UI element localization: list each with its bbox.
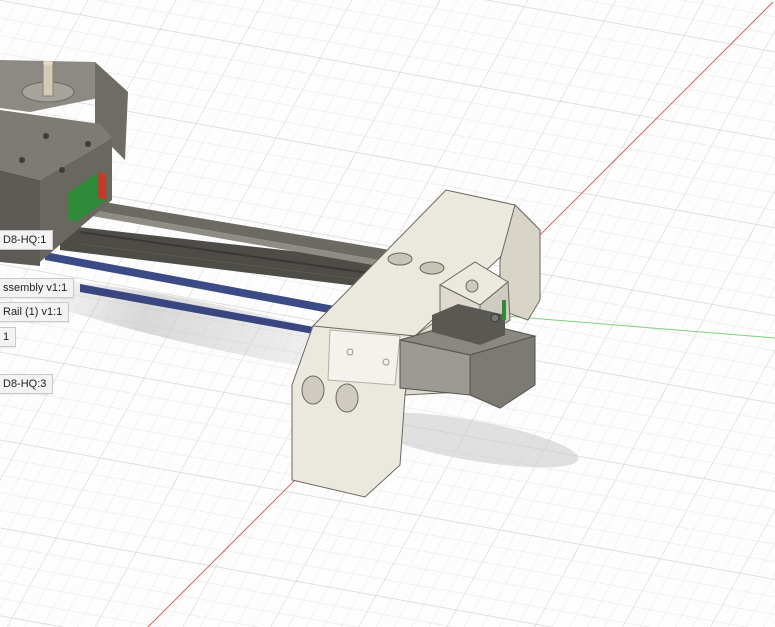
- 3d-viewport[interactable]: D8-HQ:1 ssembly v1:1 Rail (1) v1:1 1 D8-…: [0, 0, 775, 627]
- component-tag-2[interactable]: ssembly v1:1: [0, 278, 75, 298]
- component-tag-4[interactable]: 1: [0, 327, 17, 347]
- component-tag-1[interactable]: D8-HQ:1: [0, 230, 54, 250]
- component-tag-5[interactable]: D8-HQ:3: [0, 374, 54, 394]
- component-tag-3[interactable]: Rail (1) v1:1: [0, 302, 70, 322]
